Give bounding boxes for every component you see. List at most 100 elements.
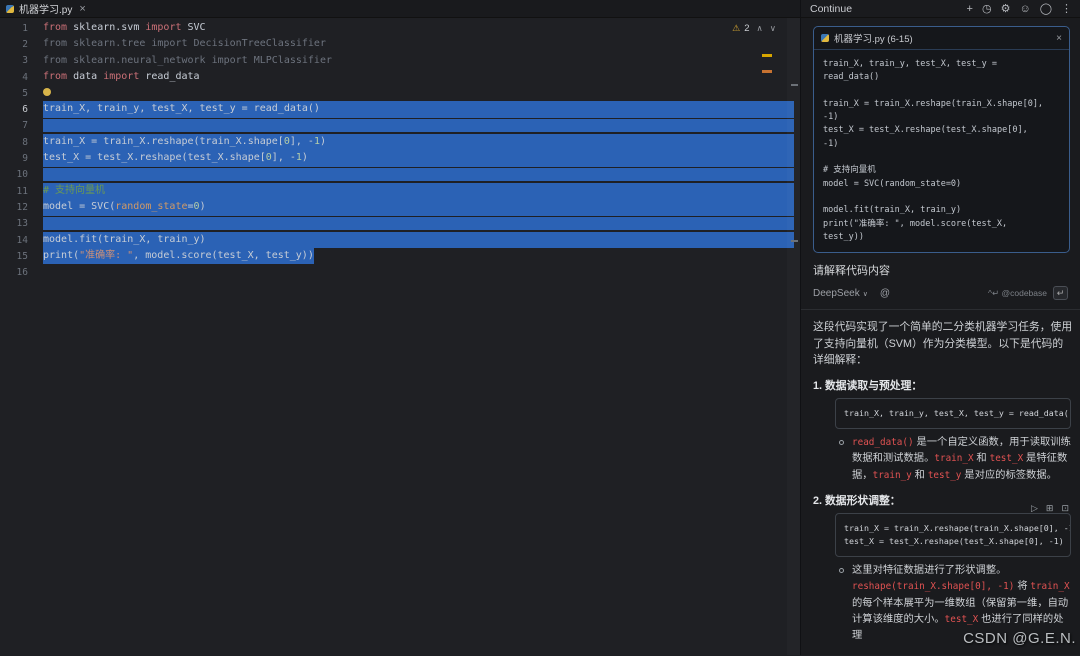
more-icon[interactable]: ⋮ — [1061, 0, 1072, 18]
context-code-card: 机器学习.py (6-15) × train_X, train_y, test_… — [813, 26, 1070, 253]
code-lines: 1 from sklearn.svm import SVC 2 from sklear… — [0, 18, 800, 281]
panel-titlebar: Continue + ◷ ⚙ ☺ ◯ ⋮ — [800, 0, 1080, 17]
response-intro: 这段代码实现了一个简单的二分类机器学习任务，使用了支持向量机（SVM）作为分类模… — [813, 319, 1073, 369]
python-file-icon — [6, 5, 14, 13]
assistant-response: 这段代码实现了一个简单的二分类机器学习任务，使用了支持向量机（SVM）作为分类模… — [801, 310, 1080, 655]
code-line-6[interactable]: 6 train_X, train_y, test_X, test_y = read… — [0, 101, 800, 117]
prev-marker-icon[interactable]: ∧ — [757, 23, 763, 34]
response-code-block: train_X = train_X.reshape(train_X.shape[… — [835, 513, 1071, 557]
code-text: print("准确率: ", model.score(test_X, test_… — [43, 248, 314, 264]
line-number: 12 — [0, 202, 28, 213]
user-message[interactable]: 请解释代码内容 — [813, 262, 1068, 278]
panel-title: Continue — [810, 3, 852, 15]
python-file-icon — [821, 34, 829, 42]
code-line-2[interactable]: 2 from sklearn.tree import DecisionTreeCl… — [0, 36, 800, 52]
feedback-icon[interactable]: ◯ — [1040, 0, 1052, 18]
code-line-13[interactable]: 13 — [0, 216, 800, 232]
model-selector[interactable]: DeepSeek∨ — [813, 288, 868, 299]
line-number: 9 — [0, 153, 28, 164]
context-code-line: test_y)) — [823, 231, 1060, 244]
line-number: 11 — [0, 186, 28, 197]
line-number: 5 — [0, 88, 28, 99]
code-text: model.fit(train_X, train_y) — [43, 232, 794, 248]
shortcut-key: ^↵ — [988, 288, 999, 298]
line-number: 15 — [0, 251, 28, 262]
line-number: 7 — [0, 120, 28, 131]
code-line-14[interactable]: 14 model.fit(train_X, train_y) — [0, 232, 800, 248]
code-line-5[interactable]: 5 — [0, 85, 800, 101]
context-code-line: # 支持向量机 — [823, 164, 1060, 177]
mention-button[interactable]: @ — [880, 288, 890, 299]
code-line-8[interactable]: 8train_X = train_X.reshape(train_X.shape… — [0, 134, 800, 150]
gear-icon[interactable]: ⚙ — [1001, 0, 1011, 18]
bullet-item: 这里对特征数据进行了形状调整。reshape(train_X.shape[0],… — [839, 563, 1071, 644]
code-text: from data import read_data — [43, 69, 200, 85]
overview-ruler-warning-mark — [762, 54, 772, 57]
line-number: 6 — [0, 104, 28, 115]
line-number: 4 — [0, 72, 28, 83]
code-text: from sklearn.svm import SVC — [43, 20, 206, 36]
code-line-3[interactable]: 3 from sklearn.neural_network import MLPC… — [0, 53, 800, 69]
context-card-title: 机器学习.py (6-15) — [834, 31, 913, 45]
code-line-1[interactable]: 1 from sklearn.svm import SVC — [0, 20, 800, 36]
code-text: test_X = test_X.reshape(test_X.shape[0],… — [43, 150, 794, 166]
new-session-icon[interactable]: + — [967, 0, 973, 18]
history-icon[interactable]: ◷ — [982, 0, 992, 18]
codebase-label: @codebase — [1002, 288, 1048, 298]
bullet-item: read_data() 是一个自定义函数，用于读取训练数据和测试数据。train… — [839, 435, 1071, 484]
code-text: from sklearn.neural_network import MLPCl… — [43, 53, 332, 69]
close-icon[interactable]: × — [1056, 33, 1062, 44]
overview-ruler-warning-mark — [762, 70, 772, 73]
context-code-line: model.fit(train_X, train_y) — [823, 204, 1060, 217]
play-icon[interactable]: ▷ — [1031, 500, 1038, 517]
section-heading: 1. 数据读取与预处理： — [813, 378, 1073, 395]
send-button[interactable]: ↵ — [1053, 286, 1068, 300]
code-line-11[interactable]: 11 # 支持向量机 — [0, 183, 800, 199]
account-icon[interactable]: ☺ — [1019, 0, 1030, 18]
bullet-text: 这里对特征数据进行了形状调整。reshape(train_X.shape[0],… — [852, 563, 1071, 644]
code-text: model = SVC(random_state=0) — [43, 199, 794, 215]
context-card-code: train_X, train_y, test_X, test_y =read_d… — [814, 50, 1069, 252]
bullet-marker — [839, 568, 844, 573]
context-card-header[interactable]: 机器学习.py (6-15) × — [814, 27, 1069, 50]
lightbulb-icon[interactable] — [43, 88, 51, 96]
tab-active-file[interactable]: 机器学习.py × — [0, 0, 96, 17]
response-code-block: train_X, train_y, test_X, test_y = read_… — [835, 398, 1071, 429]
line-number: 2 — [0, 39, 28, 50]
problems-indicator[interactable]: ⚠ 2 ∧ ∨ — [732, 23, 776, 34]
titlebar: 机器学习.py × Continue + ◷ ⚙ ☺ ◯ ⋮ — [0, 0, 1080, 18]
code-line-4[interactable]: 4 from data import read_data — [0, 69, 800, 85]
next-marker-icon[interactable]: ∨ — [770, 23, 776, 34]
code-text: # 支持向量机 — [43, 183, 794, 199]
code-line-9[interactable]: 9 test_X = test_X.reshape(test_X.shape[0]… — [0, 150, 800, 166]
code-line-12[interactable]: 12 model = SVC(random_state=0) — [0, 199, 800, 215]
continue-chat-panel: 机器学习.py (6-15) × train_X, train_y, test_… — [800, 18, 1080, 655]
code-editor[interactable]: 1 from sklearn.svm import SVC 2 from sklear… — [0, 18, 800, 655]
model-name: DeepSeek — [813, 288, 860, 299]
copy-icon[interactable]: ⊡ — [1061, 500, 1069, 517]
context-code-line: -1) — [823, 111, 1060, 124]
line-number: 10 — [0, 169, 28, 180]
bullet-text: read_data() 是一个自定义函数，用于读取训练数据和测试数据。train… — [852, 435, 1071, 484]
code-line-7[interactable]: 7 — [0, 118, 800, 134]
code-text — [43, 119, 794, 132]
line-number: 3 — [0, 55, 28, 66]
editor-scrollbar[interactable] — [787, 18, 800, 655]
insert-icon[interactable]: ⊞ — [1046, 500, 1054, 517]
line-number: 14 — [0, 235, 28, 246]
code-text: from sklearn.tree import DecisionTreeCla… — [43, 36, 326, 52]
context-code-line: model = SVC(random_state=0) — [823, 178, 1060, 191]
code-line-10[interactable]: 10 — [0, 167, 800, 183]
code-text: train_X, train_y, test_X, test_y = read_… — [43, 101, 794, 117]
code-line-16[interactable]: 16 — [0, 264, 800, 280]
warning-count: 2 — [744, 23, 749, 34]
context-code-line: print("准确率: ", model.score(test_X, — [823, 218, 1060, 231]
code-text — [43, 85, 57, 101]
code-text — [43, 168, 794, 181]
line-number: 1 — [0, 23, 28, 34]
context-code-line — [823, 85, 1060, 98]
context-code-line: train_X = train_X.reshape(train_X.shape[… — [823, 98, 1060, 111]
code-line-15[interactable]: 15 print("准确率: ", model.score(test_X, tes… — [0, 248, 800, 264]
code-text — [43, 217, 794, 230]
tab-close-icon[interactable]: × — [79, 3, 85, 15]
